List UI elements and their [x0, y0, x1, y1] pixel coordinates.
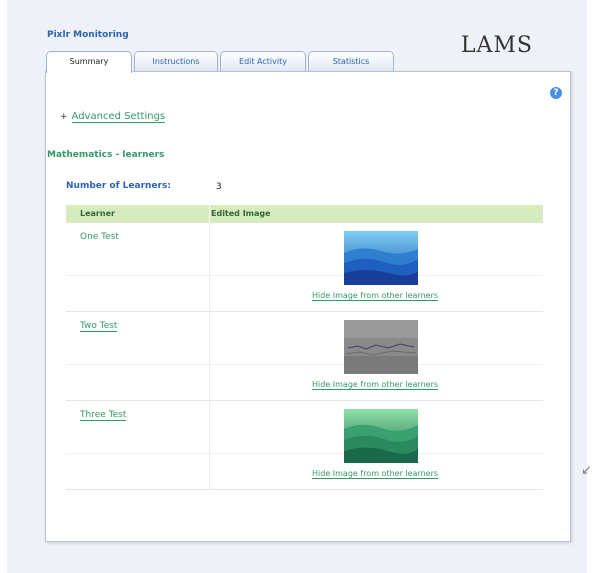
learner-name: One Test	[80, 232, 119, 242]
learners-count-value: 3	[216, 182, 222, 192]
section-heading: Mathematics - learners	[47, 150, 165, 160]
advanced-settings-toggle[interactable]: + Advanced Settings	[60, 111, 166, 123]
learner-name-link[interactable]: Three Test	[80, 410, 127, 421]
column-header-edited-image: Edited Image	[211, 209, 271, 218]
mouse-cursor-icon: ↙	[581, 463, 592, 478]
edited-image-thumbnail[interactable]	[344, 231, 418, 285]
learners-table: Learner Edited Image One Test Hide Image…	[66, 205, 543, 490]
edited-image-thumbnail[interactable]	[344, 409, 418, 463]
app-title: Pixlr Monitoring	[47, 30, 129, 40]
tab-instructions[interactable]: Instructions	[134, 51, 218, 72]
lams-logo: LAMS	[460, 33, 533, 58]
hide-image-link[interactable]: Hide Image from other learners	[312, 291, 439, 301]
table-row: One Test Hide Image from other learners	[66, 223, 543, 312]
hide-image-link[interactable]: Hide Image from other learners	[312, 469, 439, 479]
help-icon[interactable]: ?	[550, 87, 562, 99]
summary-panel: ? + Advanced Settings Mathematics - learn…	[45, 71, 571, 542]
tab-summary[interactable]: Summary	[46, 51, 132, 73]
table-row: Three Test Hide Image from other learner…	[66, 401, 543, 490]
table-row: Two Test Hide Image from other learners	[66, 312, 543, 401]
tab-statistics[interactable]: Statistics	[308, 51, 394, 72]
edited-image-thumbnail[interactable]	[344, 320, 418, 374]
tab-edit-activity[interactable]: Edit Activity	[220, 51, 306, 72]
table-header: Learner Edited Image	[66, 205, 543, 223]
hide-image-link[interactable]: Hide Image from other learners	[312, 380, 439, 390]
expand-icon: +	[60, 112, 68, 122]
advanced-settings-label: Advanced Settings	[71, 111, 166, 123]
column-header-learner: Learner	[80, 209, 115, 218]
learners-count-label: Number of Learners:	[66, 181, 171, 191]
learner-name-link[interactable]: Two Test	[80, 321, 118, 332]
